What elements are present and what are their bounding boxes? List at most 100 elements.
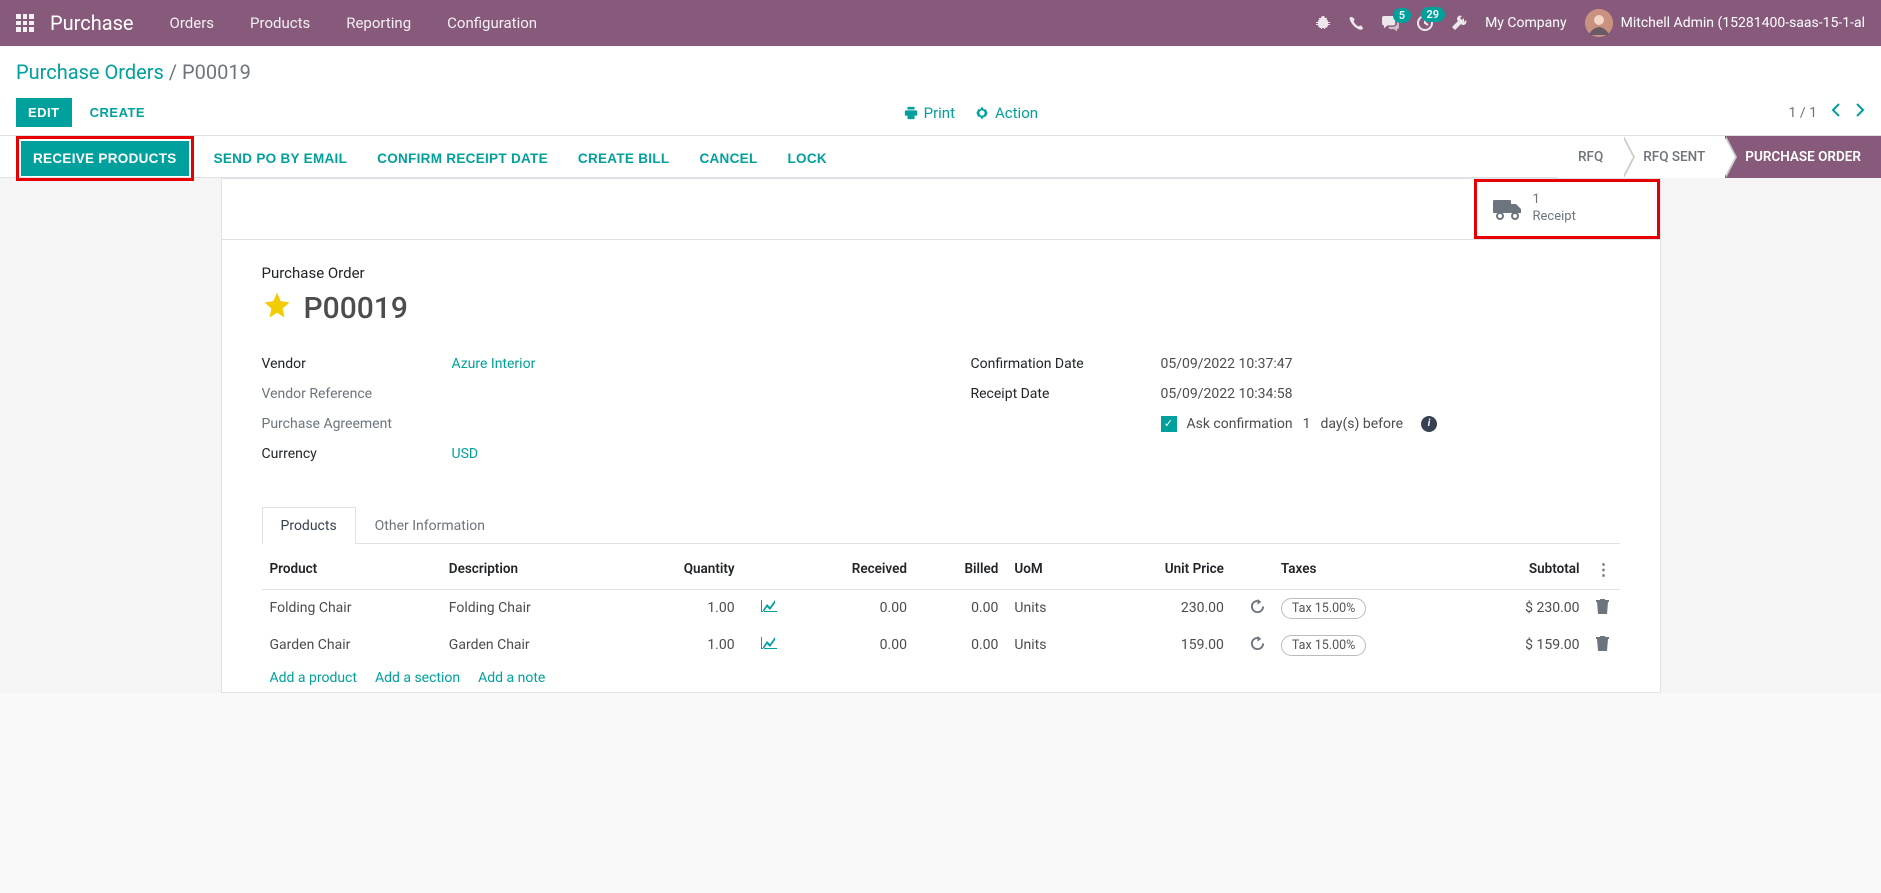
receipt-stat-button[interactable]: 1 Receipt — [1474, 179, 1660, 239]
price-history-icon[interactable] — [1250, 639, 1265, 655]
forecast-icon[interactable] — [761, 600, 777, 616]
purchase-agreement-label: Purchase Agreement — [262, 416, 452, 432]
currency-link[interactable]: USD — [452, 446, 479, 462]
th-product[interactable]: Product — [262, 550, 441, 590]
cell-uom: Units — [1006, 627, 1094, 664]
cell-tax: Tax 15.00% — [1273, 627, 1459, 664]
tab-products[interactable]: Products — [262, 507, 356, 544]
company-name[interactable]: My Company — [1485, 15, 1567, 31]
ask-confirm-text-2: day(s) before — [1320, 416, 1403, 432]
control-panel: Purchase Orders / P00019 EDIT CREATE Pri… — [0, 46, 1881, 136]
confirm-receipt-date-button[interactable]: CONFIRM RECEIPT DATE — [367, 143, 558, 174]
cell-product: Garden Chair — [262, 627, 441, 664]
forecast-icon[interactable] — [761, 637, 777, 653]
apps-icon[interactable] — [16, 14, 34, 32]
send-po-button[interactable]: SEND PO BY EMAIL — [204, 143, 358, 174]
th-received[interactable]: Received — [785, 550, 915, 590]
add-section-link[interactable]: Add a section — [375, 670, 460, 686]
delete-row-icon[interactable] — [1596, 639, 1609, 655]
activity-badge: 29 — [1421, 7, 1446, 22]
pager-prev[interactable] — [1831, 102, 1841, 123]
cell-qty: 1.00 — [620, 627, 743, 664]
receipt-date-value: 05/09/2022 10:34:58 — [1161, 386, 1620, 402]
highlight-box-receive: RECEIVE PRODUCTS — [16, 136, 194, 181]
main-menu: Orders Products Reporting Configuration — [170, 14, 538, 32]
table-row[interactable]: Folding Chair Folding Chair 1.00 0.00 0.… — [262, 589, 1620, 627]
cell-price: 159.00 — [1094, 627, 1232, 664]
receipt-date-label: Receipt Date — [971, 386, 1161, 402]
confirm-date-value: 05/09/2022 10:37:47 — [1161, 356, 1620, 372]
star-icon[interactable] — [262, 290, 292, 328]
cell-uom: Units — [1006, 589, 1094, 627]
th-taxes[interactable]: Taxes — [1273, 550, 1459, 590]
cell-tax: Tax 15.00% — [1273, 589, 1459, 627]
menu-configuration[interactable]: Configuration — [447, 14, 537, 32]
delete-row-icon[interactable] — [1596, 602, 1609, 618]
status-bar: RECEIVE PRODUCTS SEND PO BY EMAIL CONFIR… — [0, 136, 1881, 178]
stage-rfq-sent[interactable]: RFQ SENT — [1623, 136, 1725, 178]
th-unit-price[interactable]: Unit Price — [1094, 550, 1232, 590]
th-uom[interactable]: UoM — [1006, 550, 1094, 590]
messaging-badge: 5 — [1393, 8, 1411, 23]
print-button[interactable]: Print — [904, 104, 955, 122]
th-subtotal[interactable]: Subtotal — [1459, 550, 1588, 590]
th-description[interactable]: Description — [441, 550, 620, 590]
messaging-icon[interactable]: 5 — [1382, 16, 1399, 31]
edit-button[interactable]: EDIT — [16, 98, 72, 127]
add-product-link[interactable]: Add a product — [270, 670, 357, 686]
app-name[interactable]: Purchase — [50, 11, 134, 35]
phone-icon[interactable] — [1349, 16, 1364, 31]
record-type-label: Purchase Order — [262, 264, 1620, 282]
activity-icon[interactable]: 29 — [1417, 15, 1433, 31]
cell-received: 0.00 — [785, 627, 915, 664]
create-button[interactable]: CREATE — [82, 98, 153, 127]
navbar-right: 5 29 My Company Mitchell Admin (15281400… — [1315, 9, 1865, 37]
th-quantity[interactable]: Quantity — [620, 550, 743, 590]
cell-billed: 0.00 — [915, 589, 1006, 627]
cell-description: Garden Chair — [441, 627, 620, 664]
tab-other-info[interactable]: Other Information — [356, 507, 504, 544]
cell-product: Folding Chair — [262, 589, 441, 627]
tools-icon[interactable] — [1451, 15, 1467, 31]
info-icon[interactable]: i — [1421, 416, 1437, 432]
vendor-link[interactable]: Azure Interior — [452, 356, 536, 372]
action-button[interactable]: Action — [975, 104, 1038, 122]
table-options-icon[interactable]: ⋮ — [1596, 560, 1612, 579]
cell-description: Folding Chair — [441, 589, 620, 627]
cell-qty: 1.00 — [620, 589, 743, 627]
cell-received: 0.00 — [785, 589, 915, 627]
pager-text: 1 / 1 — [1789, 105, 1817, 121]
record-name: P00019 — [304, 291, 408, 326]
breadcrumb-parent[interactable]: Purchase Orders — [16, 60, 164, 84]
receive-products-button[interactable]: RECEIVE PRODUCTS — [21, 141, 189, 176]
lock-button[interactable]: LOCK — [778, 143, 837, 174]
form-sheet: 1 Receipt Purchase Order P00019 VendorAz… — [221, 178, 1661, 693]
stage-purchase-order[interactable]: PURCHASE ORDER — [1725, 136, 1881, 178]
cell-price: 230.00 — [1094, 589, 1232, 627]
receipt-count: 1 — [1533, 192, 1576, 209]
menu-reporting[interactable]: Reporting — [346, 14, 411, 32]
stage-rfq[interactable]: RFQ — [1558, 136, 1623, 178]
add-note-link[interactable]: Add a note — [478, 670, 545, 686]
create-bill-button[interactable]: CREATE BILL — [568, 143, 680, 174]
user-name: Mitchell Admin (15281400-saas-15-1-al — [1621, 15, 1865, 31]
bug-icon[interactable] — [1315, 15, 1331, 31]
status-pipeline: RFQ RFQ SENT PURCHASE ORDER — [1558, 136, 1881, 177]
ask-confirm-days: 1 — [1303, 416, 1311, 432]
menu-products[interactable]: Products — [250, 14, 310, 32]
ask-confirm-checkbox[interactable]: ✓ — [1161, 416, 1177, 432]
breadcrumb-current: P00019 — [182, 60, 251, 84]
top-navbar: Purchase Orders Products Reporting Confi… — [0, 0, 1881, 46]
confirm-date-label: Confirmation Date — [971, 356, 1161, 372]
avatar — [1585, 9, 1613, 37]
price-history-icon[interactable] — [1250, 602, 1265, 618]
cancel-button[interactable]: CANCEL — [689, 143, 767, 174]
user-menu[interactable]: Mitchell Admin (15281400-saas-15-1-al — [1585, 9, 1865, 37]
breadcrumb: Purchase Orders / P00019 — [16, 60, 1865, 84]
menu-orders[interactable]: Orders — [170, 14, 215, 32]
product-table: Product Description Quantity Received Bi… — [262, 550, 1620, 664]
cell-subtotal: $ 230.00 — [1459, 589, 1588, 627]
table-row[interactable]: Garden Chair Garden Chair 1.00 0.00 0.00… — [262, 627, 1620, 664]
pager-next[interactable] — [1855, 102, 1865, 123]
th-billed[interactable]: Billed — [915, 550, 1006, 590]
